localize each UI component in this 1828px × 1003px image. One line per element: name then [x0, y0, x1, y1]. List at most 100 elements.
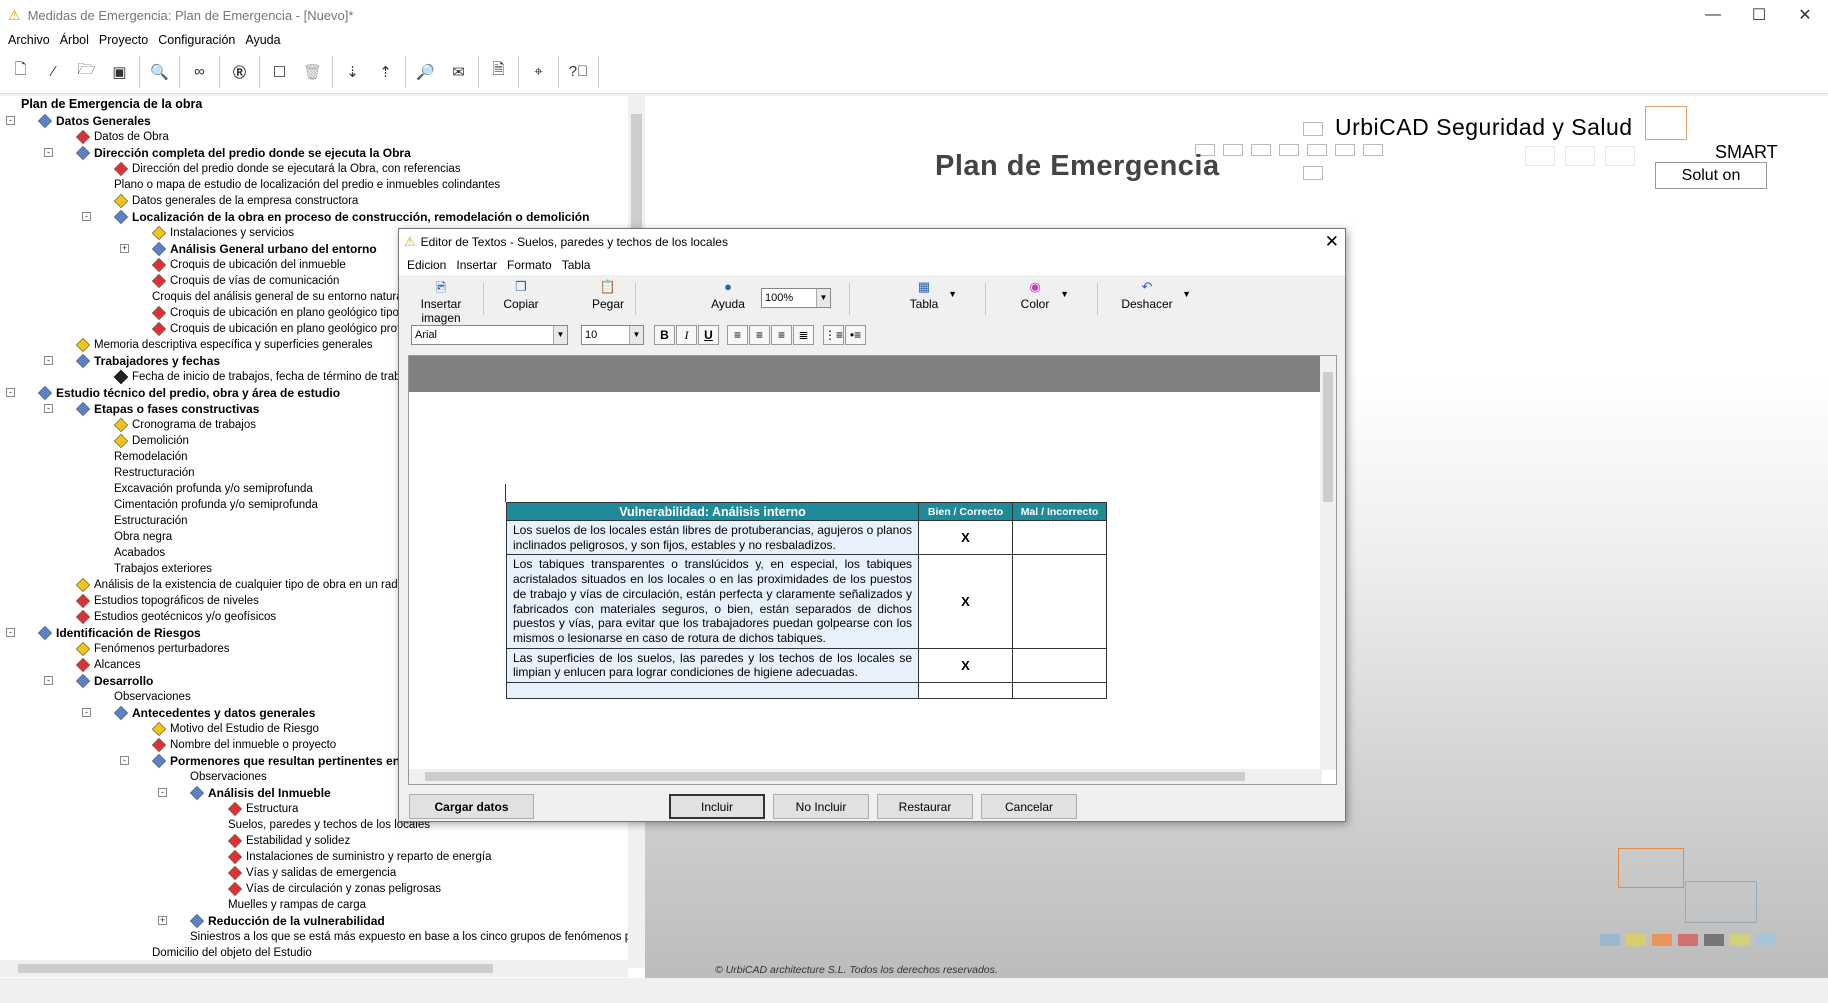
table-row[interactable]: Los suelos de los locales están libres d…	[506, 519, 1107, 556]
collapse-icon[interactable]: -	[82, 708, 91, 717]
r-icon[interactable]: Ⓡ	[223, 55, 256, 88]
tree-item[interactable]: Vías de circulación y zonas peligrosas	[227, 881, 441, 897]
tree-item[interactable]: Cronograma de trabajos	[113, 417, 256, 433]
zoom-select[interactable]: 100% ▼	[761, 288, 831, 308]
undo-button[interactable]: ↶ Deshacer ▼	[1119, 279, 1191, 317]
chevron-down-icon[interactable]: ▼	[1182, 289, 1191, 299]
table-cell[interactable]	[1012, 554, 1107, 649]
tree-item[interactable]: Estructura	[227, 801, 298, 817]
new-document-icon[interactable]: 🗋	[4, 55, 37, 88]
collapse-icon[interactable]: -	[44, 356, 53, 365]
vulnerability-table[interactable]: Vulnerabilidad: Análisis interno Bien / …	[506, 502, 1107, 700]
collapse-icon[interactable]: -	[44, 676, 53, 685]
save-icon[interactable]: ▣	[103, 55, 136, 88]
restore-button[interactable]: Restaurar	[877, 794, 973, 819]
table-cell[interactable]: Los suelos de los locales están libres d…	[506, 519, 919, 556]
tree-item[interactable]: Croquis del análisis general de su entor…	[152, 289, 403, 305]
collapse-icon[interactable]: -	[82, 212, 91, 221]
help-icon[interactable]: ?⃝	[562, 55, 595, 88]
tree-item[interactable]: Obra negra	[114, 529, 172, 545]
tree-item[interactable]: Fenómenos perturbadores	[75, 641, 230, 657]
tree-item[interactable]: Datos de Obra	[75, 129, 169, 145]
tree-item[interactable]: Datos Generales	[37, 113, 151, 129]
tree-item[interactable]: Estudio técnico del predio, obra y área …	[37, 385, 340, 401]
tree-item[interactable]: Etapas o fases constructivas	[75, 401, 259, 417]
editor-horizontal-scrollbar[interactable]	[409, 769, 1322, 784]
collapse-icon[interactable]: -	[44, 148, 53, 157]
tree-item[interactable]: Croquis de ubicación en plano geológico …	[151, 305, 414, 321]
tree-item[interactable]: Estructuración	[114, 513, 188, 529]
exclude-button[interactable]: No Incluir	[773, 794, 869, 819]
table-row[interactable]	[506, 682, 1107, 700]
tree-item[interactable]: Estudios topográficos de niveles	[75, 593, 259, 609]
tree-item[interactable]: Cimentación profunda y/o semiprofunda	[114, 497, 318, 513]
tree-item[interactable]: Dirección completa del predio donde se e…	[75, 145, 411, 161]
menu-configuracion[interactable]: Configuración	[158, 33, 235, 47]
table-cell[interactable]	[1012, 647, 1107, 684]
collapse-icon[interactable]: -	[44, 404, 53, 413]
tree-item[interactable]: Memoria descriptiva específica y superfi…	[75, 337, 373, 353]
copy-button[interactable]: ❐ Copiar	[503, 279, 539, 317]
table-cell[interactable]: X	[918, 519, 1013, 556]
menu-edicion[interactable]: Edicion	[407, 258, 446, 272]
maximize-icon[interactable]: ☐	[1736, 0, 1782, 30]
size-select[interactable]: 10 ▼	[581, 325, 644, 345]
tree-item[interactable]: Remodelación	[114, 449, 188, 465]
tree-item[interactable]: Muelles y rampas de carga	[228, 897, 366, 913]
bold-button[interactable]: B	[654, 325, 675, 345]
tree-item[interactable]: Croquis de ubicación del inmueble	[151, 257, 346, 273]
chevron-down-icon[interactable]: ▼	[1060, 289, 1069, 299]
trash-icon[interactable]: 🗑	[296, 55, 329, 88]
close-icon[interactable]: ✕	[1782, 0, 1828, 30]
collapse-icon[interactable]: -	[158, 788, 167, 797]
expand-icon[interactable]: +	[120, 244, 129, 253]
tree-item[interactable]: Domicilio del objeto del Estudio	[152, 945, 312, 961]
tree-item[interactable]: Análisis de la existencia de cualquier t…	[75, 577, 423, 593]
tree-item[interactable]: Nombre del inmueble o proyecto	[151, 737, 336, 753]
tree-item[interactable]: Estudios geotécnicos y/o geofísicos	[75, 609, 276, 625]
editor-area[interactable]: Vulnerabilidad: Análisis interno Bien / …	[408, 355, 1337, 785]
menu-ayuda[interactable]: Ayuda	[245, 33, 280, 47]
font-select[interactable]: Arial ▼	[411, 325, 568, 345]
tree-item[interactable]: Desarrollo	[75, 673, 153, 689]
tree-item[interactable]: Restructuración	[114, 465, 195, 481]
tree-item[interactable]: Estabilidad y solidez	[227, 833, 350, 849]
table-cell[interactable]: X	[918, 554, 1013, 649]
menu-insertar[interactable]: Insertar	[456, 258, 497, 272]
comment-icon[interactable]: ☐	[263, 55, 296, 88]
menu-archivo[interactable]: Archivo	[8, 33, 50, 47]
collapse-icon[interactable]: -	[6, 116, 15, 125]
collapse-icon[interactable]: -	[6, 388, 15, 397]
tree-item[interactable]: Siniestros a los que se está más expuest…	[190, 929, 641, 945]
table-row[interactable]: Las superficies de los suelos, las pared…	[506, 647, 1107, 684]
tree-item[interactable]: Instalaciones y servicios	[151, 225, 294, 241]
search-doc-icon[interactable]: 🔎	[409, 55, 442, 88]
tree-item[interactable]: Antecedentes y datos generales	[113, 705, 315, 721]
tree-item[interactable]: Reducción de la vulnerabilidad	[189, 913, 385, 929]
align-left-icon[interactable]: ≡	[727, 325, 748, 345]
table-cell[interactable]: Las superficies de los suelos, las pared…	[506, 647, 919, 684]
tree-item[interactable]: Análisis del Inmueble	[189, 785, 331, 801]
tree-item[interactable]: Vías y salidas de emergencia	[227, 865, 396, 881]
tree-item[interactable]: Localización de la obra en proceso de co…	[113, 209, 589, 225]
underline-button[interactable]: U	[698, 325, 719, 345]
table-cell[interactable]: X	[918, 647, 1013, 684]
binoculars-icon[interactable]: ∞	[183, 55, 216, 88]
align-justify-icon[interactable]: ≣	[793, 325, 814, 345]
color-button[interactable]: ◉ Color ▼	[1017, 279, 1069, 317]
help-button[interactable]: ● Ayuda	[709, 279, 747, 317]
pdf-icon[interactable]: 🗎	[482, 55, 515, 88]
scroll-thumb[interactable]	[425, 772, 1245, 781]
insert-image-button[interactable]: 🖻 Insertar imagen	[403, 279, 479, 325]
include-button[interactable]: Incluir	[669, 794, 765, 819]
tree-item[interactable]: Trabajos exteriores	[114, 561, 212, 577]
menu-arbol[interactable]: Árbol	[60, 33, 89, 47]
table-cell[interactable]	[1012, 682, 1107, 700]
collapse-icon[interactable]: -	[6, 628, 15, 637]
minimize-icon[interactable]: —	[1690, 0, 1736, 30]
tree-item[interactable]: Acabados	[114, 545, 165, 561]
table-cell[interactable]	[506, 682, 919, 700]
cancel-button[interactable]: Cancelar	[981, 794, 1077, 819]
tree-item[interactable]: Pormenores que resultan pertinentes en	[151, 753, 400, 769]
location-pin-icon[interactable]: ⌖	[522, 55, 555, 88]
